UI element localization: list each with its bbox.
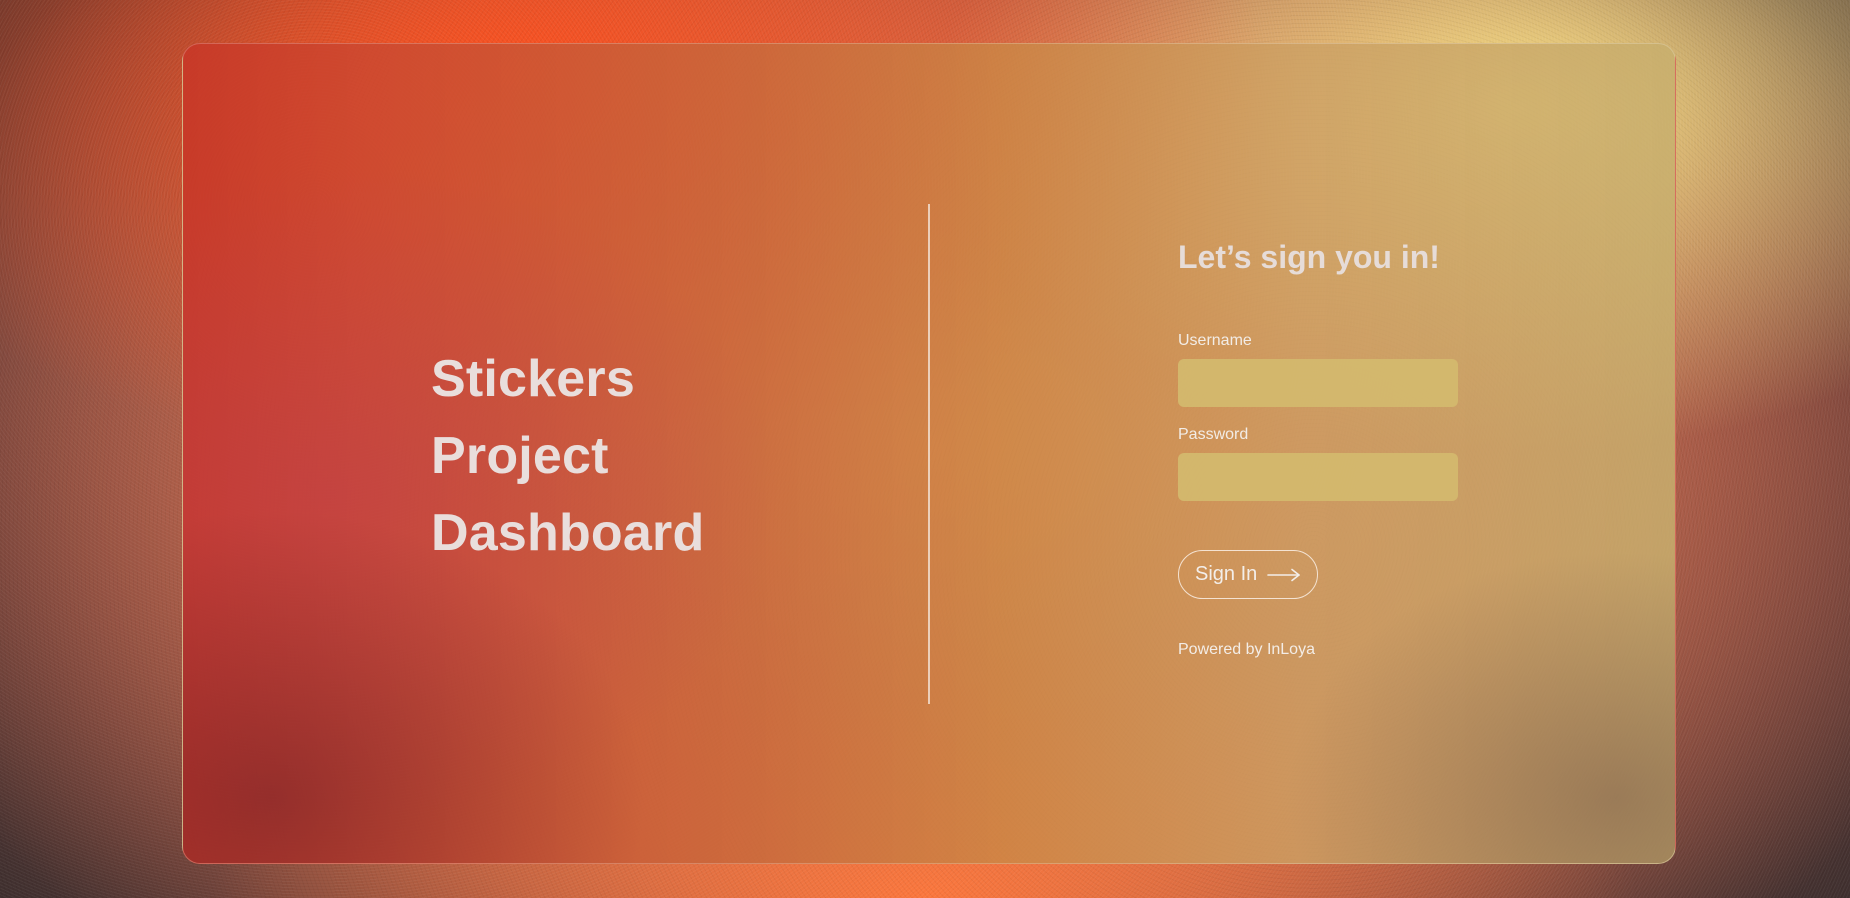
sign-in-form: Let’s sign you in! Username Password Sig… [1178,239,1478,659]
vertical-divider [928,204,930,704]
password-field[interactable] [1178,453,1458,501]
sign-in-button[interactable]: Sign In [1178,550,1319,599]
login-card: Stickers Project Dashboard Let’s sign yo… [182,43,1676,864]
powered-by-text: Powered by InLoya [1178,641,1315,658]
form-heading: Let’s sign you in! [1178,239,1440,275]
password-label: Password [1178,426,1249,443]
app-title: Stickers Project Dashboard [431,341,704,572]
app-title-line-2: Project [431,427,609,485]
app-title-line-3: Dashboard [431,504,705,562]
sign-in-button-label: Sign In [1195,563,1258,585]
username-field[interactable] [1178,359,1458,407]
arrow-right-icon [1267,568,1301,582]
username-label: Username [1178,332,1252,349]
app-title-line-1: Stickers [431,350,635,408]
